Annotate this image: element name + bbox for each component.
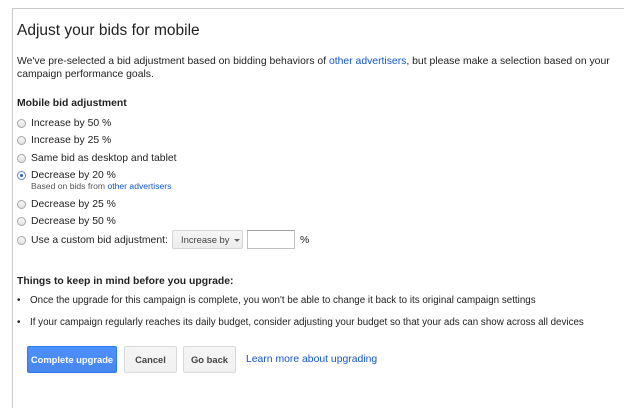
other-advertisers-note-link[interactable]: other advertisers: [107, 181, 171, 191]
option-increase-50[interactable]: Increase by 50 %: [17, 118, 111, 129]
radio-decrease-25[interactable]: [17, 200, 26, 209]
upgrade-note-text: Once the upgrade for this campaign is co…: [30, 295, 536, 306]
option-label: Increase by 25 %: [31, 135, 112, 146]
cancel-button[interactable]: Cancel: [124, 346, 177, 373]
option-same-bid[interactable]: Same bid as desktop and tablet: [17, 153, 177, 164]
complete-upgrade-button[interactable]: Complete upgrade: [27, 346, 117, 373]
radio-increase-25[interactable]: [17, 136, 26, 145]
mobile-bid-adjustment-heading: Mobile bid adjustment: [17, 98, 127, 109]
bullet-icon: •: [17, 317, 21, 328]
recommended-note-text: Based on bids from: [31, 181, 108, 191]
option-custom[interactable]: Use a custom bid adjustment:: [17, 235, 168, 246]
radio-custom[interactable]: [17, 236, 26, 245]
dropdown-selected-value: Increase by: [181, 234, 230, 245]
dialog-title: Adjust your bids for mobile: [17, 22, 200, 39]
option-decrease-20[interactable]: Decrease by 20 %: [17, 170, 116, 181]
recommended-note: Based on bids from other advertisers: [31, 181, 171, 191]
option-label: Decrease by 20 %: [31, 170, 116, 181]
option-decrease-25[interactable]: Decrease by 25 %: [17, 199, 116, 210]
option-label: Decrease by 25 %: [31, 199, 116, 210]
custom-direction-dropdown[interactable]: Increase by: [172, 230, 243, 249]
learn-more-link[interactable]: Learn more about upgrading: [246, 354, 377, 365]
upgrade-note-item: • Once the upgrade for this campaign is …: [17, 295, 536, 306]
upgrade-note-text: If your campaign regularly reaches its d…: [30, 317, 584, 328]
radio-same-bid[interactable]: [17, 154, 26, 163]
upgrade-notes-heading: Things to keep in mind before you upgrad…: [17, 276, 234, 287]
custom-percent-input[interactable]: [247, 230, 295, 249]
intro-text: We've pre-selected a bid adjustment base…: [17, 56, 617, 81]
other-advertisers-link[interactable]: other advertisers: [329, 56, 406, 67]
bullet-icon: •: [17, 295, 21, 306]
chevron-down-icon: [234, 238, 241, 242]
option-label: Decrease by 50 %: [31, 216, 116, 227]
option-label: Increase by 50 %: [31, 118, 112, 129]
upgrade-note-item: • If your campaign regularly reaches its…: [17, 317, 584, 328]
radio-decrease-20[interactable]: [17, 171, 26, 180]
go-back-button[interactable]: Go back: [183, 346, 236, 373]
intro-text-start: We've pre-selected a bid adjustment base…: [17, 56, 329, 67]
option-label: Same bid as desktop and tablet: [31, 153, 177, 164]
option-label: Use a custom bid adjustment:: [31, 235, 168, 246]
radio-increase-50[interactable]: [17, 119, 26, 128]
percent-unit-label: %: [300, 235, 310, 246]
option-increase-25[interactable]: Increase by 25 %: [17, 135, 111, 146]
option-decrease-50[interactable]: Decrease by 50 %: [17, 216, 116, 227]
radio-decrease-50[interactable]: [17, 217, 26, 226]
